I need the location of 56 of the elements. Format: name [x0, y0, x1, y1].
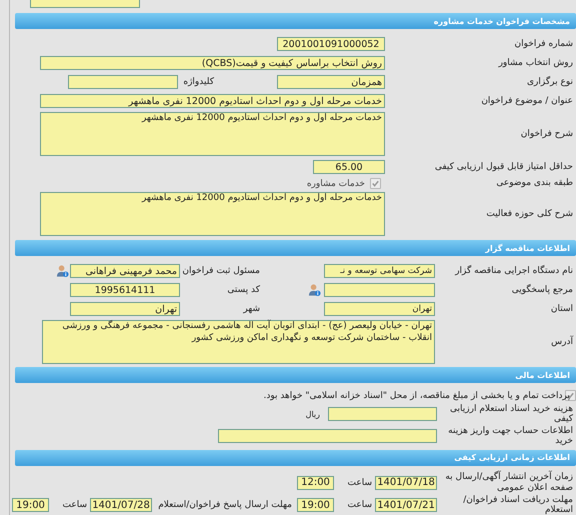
field-label: شماره فراخوان	[514, 38, 574, 50]
section-header: اطلاعات مالی	[15, 367, 576, 383]
field-label: مرجع پاسخگویی	[510, 284, 574, 296]
field-label: نوع برگزاری	[526, 76, 574, 88]
field-label: روش انتخاب مشاور	[497, 58, 574, 68]
input-field[interactable]: 1995614111	[70, 283, 180, 297]
field-label: حداقل امتیاز قابل قبول ارزیابی کیفی	[434, 162, 574, 172]
field-label: شهر	[242, 304, 261, 314]
input-field[interactable]: خدمات مرحله اول و دوم احداث استادیوم 12000 نفری ماهشهر	[40, 94, 385, 108]
section-header: مشخصات فراخوان خدمات مشاوره	[15, 13, 576, 29]
user-info-icon[interactable]	[56, 264, 68, 278]
field-label: طبقه بندی موضوعی	[495, 178, 574, 189]
date-field[interactable]: 1401/07/18	[375, 476, 437, 490]
field-label: مهلت ارسال پاسخ فراخوان/استعلام	[157, 500, 293, 510]
input-field[interactable]: 65.00	[313, 160, 385, 174]
section-header: اطلاعات زمانی ارزیابی کیفی	[15, 450, 576, 466]
field-label: کد پستی	[226, 285, 261, 295]
input-field[interactable]	[218, 429, 437, 444]
field-label: استان	[550, 304, 574, 314]
field-label: مهلت دریافت اسناد فراخوان/استعلام	[462, 494, 574, 515]
time-field[interactable]: 19:00	[297, 498, 334, 512]
user-info-icon[interactable]	[308, 283, 320, 297]
field-label: ساعت	[62, 500, 88, 510]
input-field[interactable]: شرکت سهامی توسعه و نـ	[324, 264, 435, 278]
section-header: اطلاعات مناقصه گزار	[15, 240, 576, 256]
field-label: شرح کلی حوزه فعالیت	[485, 208, 574, 220]
checkbox-label: پرداخت تمام و یا بخشی از مبلغ مناقصه، از محل "اسناد خزانه اسلامی" خواهد بود.	[263, 390, 570, 400]
input-field[interactable]: روش انتخاب براساس کیفیت و قیمت(QCBS)	[40, 56, 385, 70]
time-field[interactable]: 12:00	[297, 476, 334, 490]
input-field[interactable]: تهران	[70, 302, 180, 316]
text-area[interactable]: تهران - خیابان ولیعصر (عج) - ابتدای اتوبان آیت اله هاشمی رفسنجانی - مجموعه فرهنگی و ورزشی انقلاب - ساختمان شرکت توسعه و نگهداری اماکن ورزشی کشور	[42, 320, 435, 364]
field-label: ساعت	[346, 500, 373, 510]
text-area[interactable]: خدمات مرحله اول و دوم احداث استادیوم 12000 نفری ماهشهر	[40, 112, 385, 156]
date-field[interactable]: 1401/07/28	[90, 498, 152, 512]
input-field[interactable]	[68, 75, 178, 89]
field-label: آدرس	[550, 336, 574, 348]
field-label: ساعت	[346, 478, 373, 488]
input-field[interactable]: 2001001091000052	[277, 37, 385, 51]
input-field[interactable]: محمد فرمهینی فراهانی	[70, 264, 180, 278]
field-label: زمان آخرین انتشار آگهی/ارسال به صفحه اعلان عمومی	[444, 472, 574, 494]
date-field[interactable]: 1401/07/21	[375, 498, 437, 512]
field-label: نام دستگاه اجرایی مناقصه گزار	[454, 266, 574, 276]
input-field[interactable]: تهران	[324, 302, 435, 316]
field-label: شرح فراخوان	[520, 128, 574, 140]
time-field[interactable]: 19:00	[12, 498, 49, 512]
input-field[interactable]	[324, 283, 435, 297]
field-label: مسئول ثبت فراخوان	[181, 266, 261, 276]
field-label: اطلاعات حساب جهت واریز هزینه خرید	[447, 426, 574, 447]
currency-label: ریال	[306, 410, 320, 418]
field-label: کلیدواژه	[182, 77, 214, 87]
field-label: هزینه خرید اسناد استعلام ارزیابی کیفی	[449, 404, 574, 424]
checkbox-label: خدمات مشاوره	[306, 178, 365, 188]
field-label: عنوان / موضوع فراخوان	[480, 96, 574, 106]
input-field[interactable]	[328, 407, 437, 421]
text-area[interactable]: خدمات مرحله اول و دوم احداث استادیوم 12000 نفری ماهشهر	[40, 192, 385, 236]
input-field[interactable]: همزمان	[277, 75, 385, 89]
